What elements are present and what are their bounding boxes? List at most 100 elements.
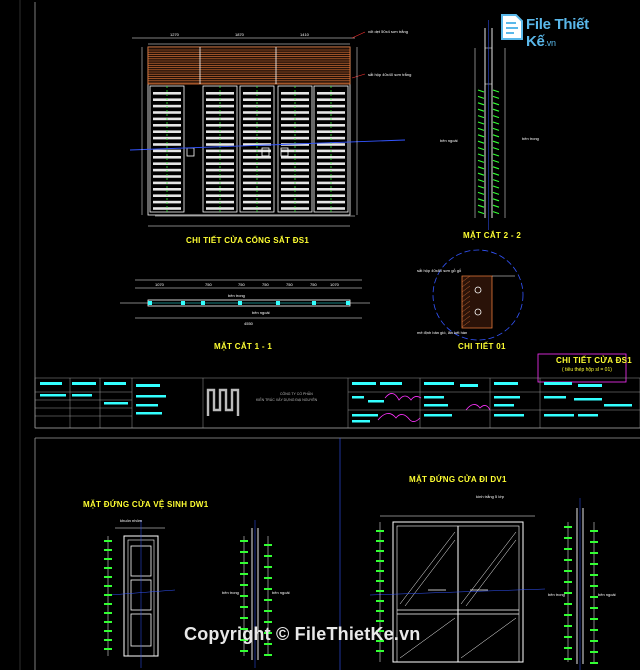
titleblock-text <box>578 414 598 417</box>
dw1-sec-mark <box>264 588 272 590</box>
d1-dim-mark <box>376 590 384 592</box>
d1-dim-mark <box>376 540 384 542</box>
d1-sec-mark <box>564 603 572 605</box>
d1-sec-mark <box>590 574 598 576</box>
sec22-mark <box>492 204 500 208</box>
sec22-mark <box>492 191 500 195</box>
sec22-mark <box>477 102 485 106</box>
section-1-1: 1070 750 750 750 750 750 1070 4550 bên trong b… <box>120 279 370 326</box>
dw1-sec-mark <box>240 606 248 608</box>
d1-dim-mark <box>376 560 384 562</box>
gate-elevation: 1270 1870 1410 vỏt dẹt 50x4 sơn trắng sắ… <box>129 29 411 227</box>
d1-dim-mark <box>376 550 384 552</box>
sec22-mark <box>477 115 485 119</box>
sec22-inside-label: bên trong <box>522 136 539 141</box>
sec11-dim: 750 <box>262 282 269 287</box>
sec11-outside-label: bên ngoài <box>252 310 270 315</box>
dw1-sec-mark <box>240 562 248 564</box>
dw1-outside-label: bên ngoài <box>272 590 290 595</box>
dw1-dim-mark <box>104 612 112 614</box>
titleblock-text <box>494 382 518 385</box>
sec22-mark <box>477 140 485 144</box>
d1-dim-mark <box>376 620 384 622</box>
sec22-mark <box>477 211 485 215</box>
sec22-mark <box>492 115 500 119</box>
d1-sec-mark <box>564 592 572 594</box>
sec22-mark <box>477 95 485 99</box>
sec22-mark <box>492 121 500 125</box>
copyright-watermark: Copyright © FileThietKe.vn <box>184 624 421 644</box>
sec22-mark <box>492 108 500 112</box>
sec22-mark <box>492 147 500 151</box>
titleblock-text <box>104 402 128 405</box>
company-name: CÔNG TY CỔ PHẦN <box>280 391 313 396</box>
d1-sec-mark <box>564 636 572 638</box>
titleblock-text <box>494 414 524 417</box>
gate-dim-1: 1270 <box>170 32 180 37</box>
dw1-sec-mark <box>240 617 248 619</box>
dw1-inside-label: bên trong <box>222 590 239 595</box>
dw1-sec-mark <box>240 551 248 553</box>
titleblock-text <box>352 396 364 399</box>
sec22-mark <box>477 191 485 195</box>
dw1-sec-mark <box>240 584 248 586</box>
detail-annotation-1: sắt hộp 40x80 sơn gỗ gỗ <box>417 268 462 273</box>
dw1-sec-mark <box>264 544 272 546</box>
sec11-inside-label: bên trong <box>228 293 245 298</box>
sec22-mark <box>477 108 485 112</box>
gate-dim-2: 1870 <box>235 32 245 37</box>
titleblock-text <box>72 382 96 385</box>
section-2-2-title: MẶT CẮT 2 - 2 <box>463 231 522 240</box>
dw1-elevation: khuôn nhôm bên trong bên ngoài <box>104 518 290 668</box>
titleblock-text <box>424 404 448 407</box>
titleblock-text <box>368 400 384 403</box>
titleblock-text <box>574 398 602 401</box>
sec22-mark <box>492 185 500 189</box>
dw1-dim-mark <box>104 576 112 578</box>
sec22-mark <box>477 153 485 157</box>
gate-panels <box>149 85 349 213</box>
sec11-post <box>181 301 185 305</box>
d1-sec-mark <box>590 607 598 609</box>
dw1-sec-mark <box>240 540 248 542</box>
d1-sec-mark <box>564 570 572 572</box>
sec22-mark <box>477 121 485 125</box>
d1-sec-mark <box>590 585 598 587</box>
sec11-dim: 750 <box>286 282 293 287</box>
d1-sec-mark <box>590 530 598 532</box>
titleblock-text <box>544 382 572 385</box>
d1-sec-mark <box>564 647 572 649</box>
d1-inside-label: bên trong <box>548 592 565 597</box>
d1-sec-mark <box>590 563 598 565</box>
logo-suffix: .vn <box>544 38 556 48</box>
section-2-2: bên ngoài bên trong <box>440 20 539 230</box>
sec22-mark <box>477 185 485 189</box>
sec22-mark <box>477 159 485 163</box>
detail-01: sắt hộp 40x80 sơn gỗ gỗ mê định bản gió,… <box>417 249 524 341</box>
titleblock-text <box>424 414 452 417</box>
sec22-mark <box>492 179 500 183</box>
sec11-dim: 1070 <box>330 282 340 287</box>
d1-sec-mark <box>564 614 572 616</box>
d1-sec-mark <box>564 658 572 660</box>
d1-annotation: kính trắng 5 lớp <box>476 494 505 499</box>
sec22-mark <box>492 140 500 144</box>
titleblock-text <box>578 384 602 387</box>
detail-01-title: CHI TIẾT 01 <box>458 342 506 351</box>
dw1-sec-mark <box>240 573 248 575</box>
sec11-dim: 1070 <box>155 282 165 287</box>
dw1-dim-mark <box>104 630 112 632</box>
titleblock-text <box>494 396 520 399</box>
titleblock-text <box>352 382 376 385</box>
gate-annotation-2: sắt hộp 40x40 sơn trắng <box>368 72 411 77</box>
dw1-sec-mark <box>264 654 272 656</box>
d1-sec-mark <box>564 581 572 583</box>
box-title: CHI TIẾT CỬA ĐS1 <box>556 356 633 365</box>
titleblock-text <box>494 404 514 407</box>
dw1-dim-mark <box>104 594 112 596</box>
titleblock-text <box>380 382 402 385</box>
sec22-mark <box>477 134 485 138</box>
gate-detail-title: CHI TIẾT CỬA CỔNG SẮT ĐS1 <box>186 236 310 245</box>
sec22-mark <box>477 127 485 131</box>
dw1-title: MẶT ĐỨNG CỬA VỆ SINH DW1 <box>83 500 209 509</box>
